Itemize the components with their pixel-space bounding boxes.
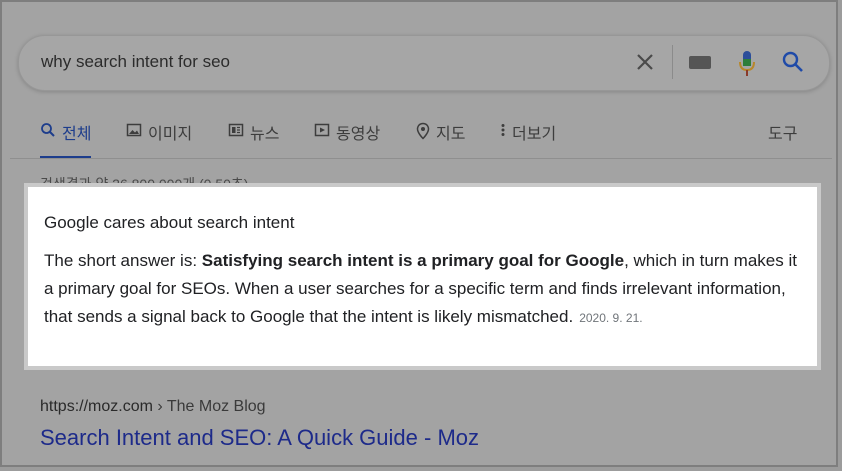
result-breadcrumb: The Moz Blog: [166, 398, 266, 415]
search-input[interactable]: why search intent for seo: [41, 52, 230, 72]
search-box[interactable]: why search intent for seo: [18, 35, 830, 91]
snippet-date: 2020. 9. 21.: [579, 311, 643, 325]
snippet-highlight: Satisfying search intent is a primary go…: [201, 251, 625, 270]
search-divider: [672, 45, 673, 79]
clear-icon[interactable]: [633, 48, 657, 76]
tab-images[interactable]: 이미지: [126, 120, 192, 156]
image-icon: [126, 123, 142, 137]
tab-maps[interactable]: 지도: [416, 120, 465, 156]
featured-snippet: Google cares about search intent The sho…: [24, 183, 821, 370]
tab-more[interactable]: 더보기: [500, 120, 556, 156]
tab-videos[interactable]: 동영상: [314, 120, 380, 156]
tab-all[interactable]: 전체: [40, 120, 92, 159]
microphone-icon[interactable]: [737, 50, 757, 78]
snippet-title: Google cares about search intent: [44, 213, 295, 232]
tools-button[interactable]: 도구: [768, 120, 797, 144]
news-icon: [228, 123, 244, 137]
search-icon[interactable]: [781, 50, 805, 74]
map-pin-icon: [416, 122, 430, 140]
result-url: https://moz.com: [40, 398, 153, 415]
more-vert-icon: [501, 124, 505, 136]
tab-news[interactable]: 뉴스: [228, 120, 279, 156]
result-citation: https://moz.com › The Moz Blog: [40, 398, 266, 415]
snippet-text: The short answer is: Satisfying search i…: [44, 251, 797, 326]
keyboard-icon[interactable]: [689, 56, 711, 69]
video-icon: [314, 123, 330, 137]
tabs-divider: [10, 158, 832, 159]
search-icon: [41, 123, 55, 137]
result-title-link[interactable]: Search Intent and SEO: A Quick Guide - M…: [40, 425, 479, 451]
